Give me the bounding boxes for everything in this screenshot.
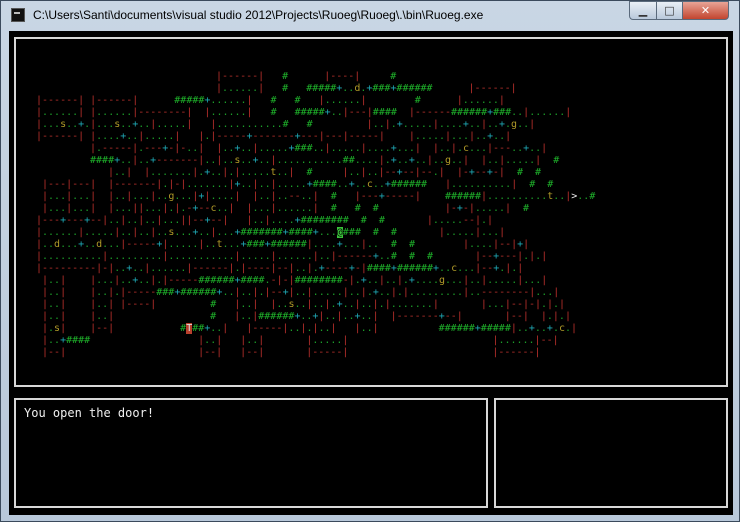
dungeon-map: |------| # |----| # |......| # #####+..d… (36, 71, 596, 358)
title-bar[interactable]: C:\Users\Santi\documents\visual studio 2… (1, 1, 739, 31)
window-title: C:\Users\Santi\documents\visual studio 2… (33, 8, 484, 22)
app-window: C:\Users\Santi\documents\visual studio 2… (0, 0, 740, 522)
console-client-area: |------| # |----| # |......| # #####+..d… (9, 31, 733, 515)
close-button[interactable]: ✕ (682, 1, 729, 20)
message-log-panel: You open the door! (14, 398, 488, 508)
maximize-button[interactable]: □ (656, 1, 683, 20)
message-text: You open the door! (24, 406, 155, 420)
minimize-button[interactable]: ▁ (629, 1, 657, 20)
console-app-icon (11, 8, 25, 22)
status-panel (494, 398, 728, 508)
